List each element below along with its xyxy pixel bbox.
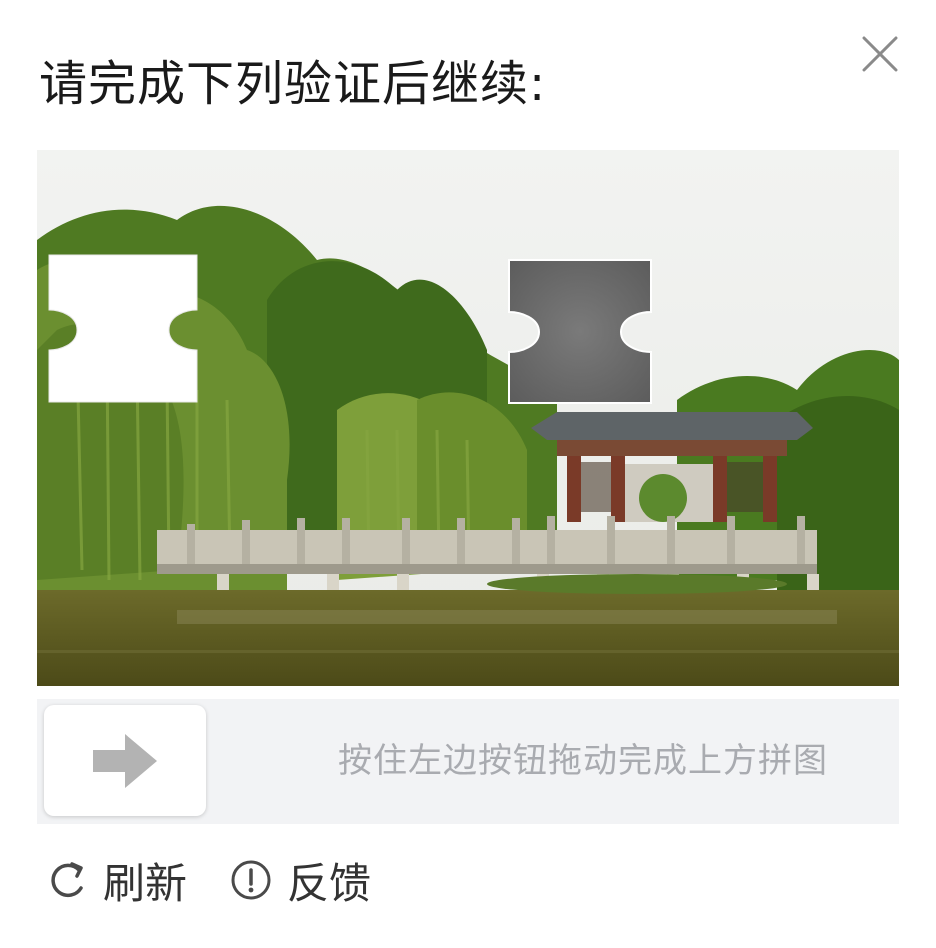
arrow-right-icon <box>93 734 157 788</box>
slider-hint: 按住左边按钮拖动完成上方拼图 <box>338 741 828 781</box>
footer-actions: 刷新 反馈 <box>45 850 413 910</box>
puzzle-image <box>37 150 899 686</box>
captcha-dialog: 请完成下列验证后继续: 按住左边按钮拖动完成上方拼图 刷新 反馈 <box>0 0 936 948</box>
close-button[interactable] <box>856 30 904 78</box>
close-icon <box>862 36 898 72</box>
feedback-button[interactable]: 反馈 <box>229 850 371 911</box>
slider-handle[interactable] <box>44 705 206 816</box>
refresh-label: 刷新 <box>103 858 188 908</box>
feedback-label: 反馈 <box>287 858 372 908</box>
slider-track[interactable]: 按住左边按钮拖动完成上方拼图 <box>37 699 899 824</box>
dialog-title: 请完成下列验证后继续: <box>39 56 547 112</box>
refresh-button[interactable]: 刷新 <box>45 850 187 911</box>
refresh-icon <box>51 862 83 898</box>
alert-circle-icon <box>231 860 271 900</box>
